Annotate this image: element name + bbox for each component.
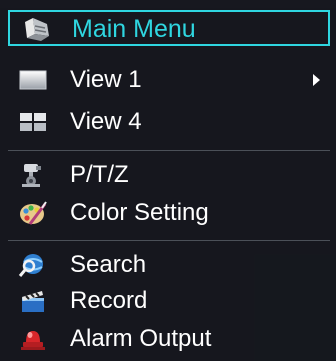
record-clapper-icon xyxy=(18,288,48,314)
menu-item-label: Color Setting xyxy=(70,199,209,226)
search-icon xyxy=(18,252,48,278)
menu-item-search[interactable]: Search xyxy=(14,248,330,282)
menu-item-alarm-output[interactable]: Alarm Output xyxy=(14,322,330,356)
menu-divider xyxy=(8,240,330,241)
menu-item-ptz[interactable]: P/T/Z xyxy=(14,158,330,192)
menu-item-label: Alarm Output xyxy=(70,325,212,352)
main-menu-icon xyxy=(23,16,51,42)
main-menu-label: Main Menu xyxy=(72,15,196,43)
menu-item-label: View 1 xyxy=(70,66,142,93)
single-view-icon xyxy=(18,67,48,93)
menu-item-label: Search xyxy=(70,251,147,278)
main-menu-header[interactable]: Main Menu xyxy=(8,10,330,46)
menu-item-label: View 4 xyxy=(70,108,142,135)
quad-view-icon xyxy=(18,109,48,135)
menu-item-label: Record xyxy=(70,287,148,314)
context-menu: Main Menu View 1 View 4 P/T/Z Color Sett… xyxy=(0,0,336,361)
alarm-siren-icon xyxy=(18,326,48,352)
menu-item-view-4[interactable]: View 4 xyxy=(14,105,330,139)
menu-item-view-1[interactable]: View 1 xyxy=(14,63,330,97)
menu-item-record[interactable]: Record xyxy=(14,284,330,318)
submenu-arrow-icon xyxy=(313,74,320,86)
menu-item-label: P/T/Z xyxy=(70,161,129,188)
ptz-camera-icon xyxy=(18,162,48,188)
menu-item-color-setting[interactable]: Color Setting xyxy=(14,196,330,230)
menu-divider xyxy=(8,150,330,151)
color-palette-icon xyxy=(18,200,48,226)
